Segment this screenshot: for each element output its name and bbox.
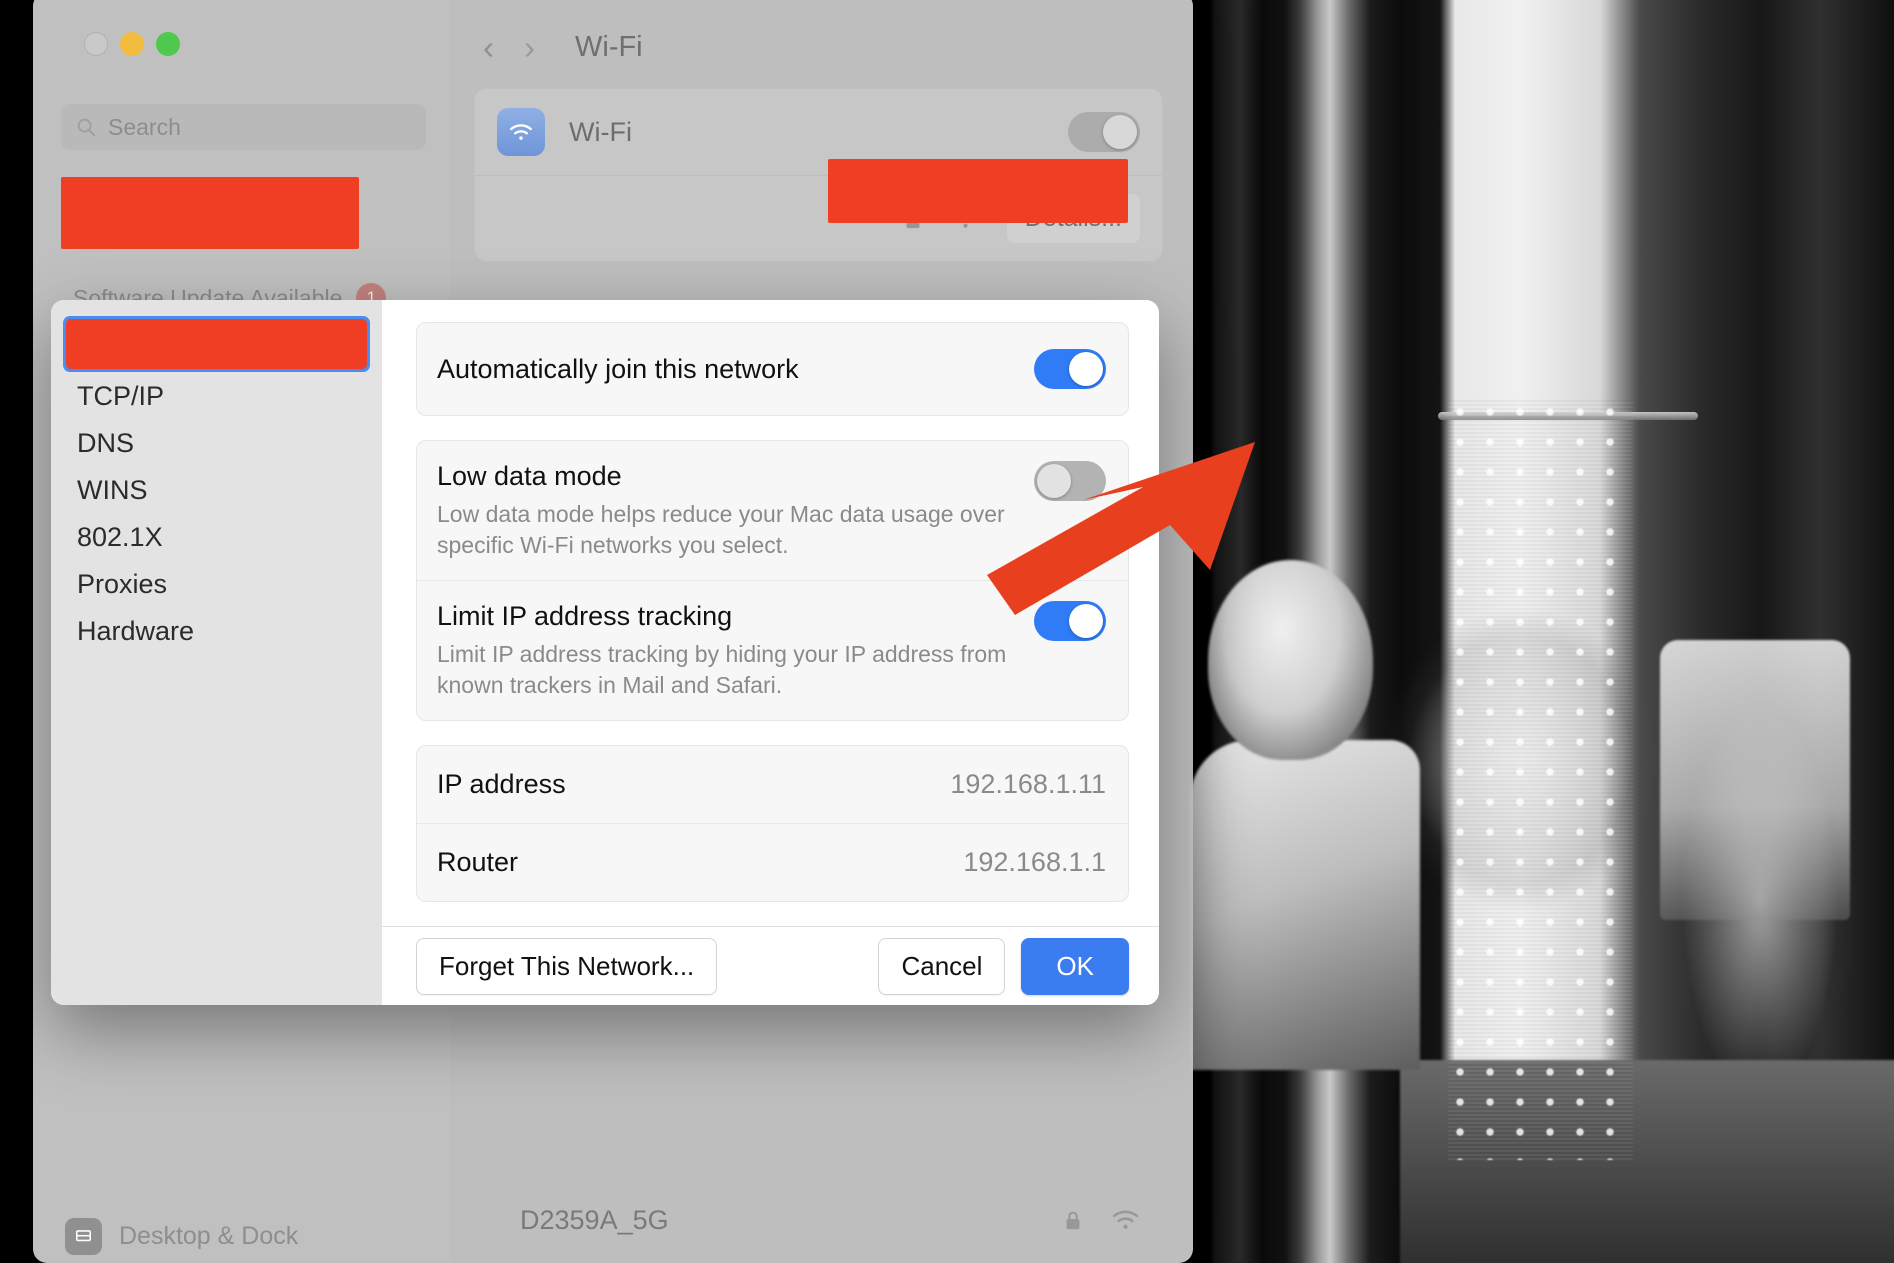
sheet-tab-hardware[interactable]: Hardware — [63, 608, 370, 654]
sheet-tab-wins[interactable]: WINS — [63, 467, 370, 513]
toggle-knob — [1037, 464, 1071, 498]
search-icon — [75, 116, 97, 138]
background-network-name: D2359A_5G — [520, 1204, 669, 1235]
auto-join-text: Automatically join this network — [437, 354, 1034, 385]
limit-ip-tracking-title: Limit IP address tracking — [437, 601, 733, 632]
maximize-button[interactable] — [156, 32, 180, 56]
sheet-tab-wifi-redacted[interactable] — [63, 316, 370, 372]
sidebar-item-label: Desktop & Dock — [119, 1222, 299, 1250]
background-curtain — [1448, 400, 1633, 1160]
sheet-tab-tcpip[interactable]: TCP/IP — [63, 373, 370, 419]
router-value: 192.168.1.1 — [963, 847, 1106, 878]
ip-address-label: IP address — [437, 769, 566, 800]
wifi-power-toggle[interactable] — [1068, 112, 1140, 152]
limit-ip-tracking-toggle[interactable] — [1034, 601, 1106, 642]
auto-join-title: Automatically join this network — [437, 353, 799, 384]
sidebar-item-desktop-and-dock[interactable]: Desktop & Dock — [65, 1218, 298, 1255]
detail-nav-bar: ‹ › Wi-Fi — [450, 0, 1193, 74]
auto-join-card: Automatically join this network — [416, 322, 1129, 416]
wifi-signal-icon — [1110, 1208, 1141, 1232]
window-traffic-lights — [33, 10, 450, 56]
privacy-card: Low data mode Low data mode helps reduce… — [416, 440, 1129, 722]
redacted-sheet-tab-label — [66, 319, 367, 369]
cancel-button[interactable]: Cancel — [878, 937, 1006, 995]
sheet-tab-proxies[interactable]: Proxies — [63, 561, 370, 607]
toggle-knob — [1069, 352, 1103, 386]
close-button[interactable] — [84, 32, 108, 56]
low-data-mode-description: Low data mode helps reduce your Mac data… — [437, 501, 1005, 558]
sheet-tab-8021x[interactable]: 802.1X — [63, 514, 370, 560]
limit-ip-tracking-text: Limit IP address tracking Limit IP addre… — [437, 601, 1034, 700]
wifi-row-label: Wi-Fi — [569, 116, 632, 147]
auto-join-toggle[interactable] — [1034, 349, 1106, 389]
sheet-sidebar: TCP/IP DNS WINS 802.1X Proxies Hardware — [51, 300, 382, 1005]
sheet-tab-dns[interactable]: DNS — [63, 420, 370, 466]
ok-button[interactable]: OK — [1021, 937, 1129, 995]
redacted-network-name — [828, 159, 1128, 223]
search-placeholder: Search — [108, 113, 181, 140]
background-network-row[interactable]: D2359A_5G — [450, 1185, 1193, 1255]
back-button[interactable]: ‹ — [483, 31, 494, 64]
sheet-main-content: Automatically join this network Low data… — [382, 300, 1159, 1005]
router-label: Router — [437, 847, 519, 878]
background-person-body — [1190, 740, 1420, 1070]
wifi-app-icon — [497, 108, 545, 156]
background-network-icons — [1062, 1206, 1141, 1234]
auto-join-row: Automatically join this network — [417, 323, 1128, 415]
low-data-mode-toggle[interactable] — [1034, 461, 1106, 501]
router-row: Router 192.168.1.1 — [417, 823, 1128, 901]
ip-address-row: IP address 192.168.1.11 — [417, 746, 1128, 823]
low-data-mode-title: Low data mode — [437, 461, 622, 491]
low-data-mode-row: Low data mode Low data mode helps reduce… — [417, 441, 1128, 580]
forward-button[interactable]: › — [524, 31, 535, 64]
sheet-footer: Forget This Network... Cancel OK — [382, 926, 1159, 1005]
search-field[interactable]: Search — [61, 104, 426, 150]
minimize-button[interactable] — [120, 32, 144, 56]
network-details-sheet: TCP/IP DNS WINS 802.1X Proxies Hardware … — [51, 300, 1159, 1005]
forget-this-network-button[interactable]: Forget This Network... — [416, 937, 718, 995]
background-person-head — [1208, 560, 1373, 760]
redacted-account-name — [61, 177, 359, 249]
screen: Search Software Update Available 1 Deskt… — [0, 0, 1894, 1263]
page-title: Wi-Fi — [575, 30, 643, 63]
limit-ip-tracking-row: Limit IP address tracking Limit IP addre… — [417, 580, 1128, 720]
lock-icon — [1062, 1206, 1084, 1234]
background-bottles — [1660, 640, 1850, 920]
toggle-knob — [1069, 604, 1103, 639]
ip-address-value: 192.168.1.11 — [950, 769, 1106, 800]
limit-ip-tracking-description: Limit IP address tracking by hiding your… — [437, 641, 1007, 698]
low-data-mode-text: Low data mode Low data mode helps reduce… — [437, 461, 1034, 560]
toggle-knob — [1103, 115, 1137, 149]
desktop-dock-icon — [65, 1218, 102, 1255]
network-info-card: IP address 192.168.1.11 Router 192.168.1… — [416, 745, 1129, 903]
